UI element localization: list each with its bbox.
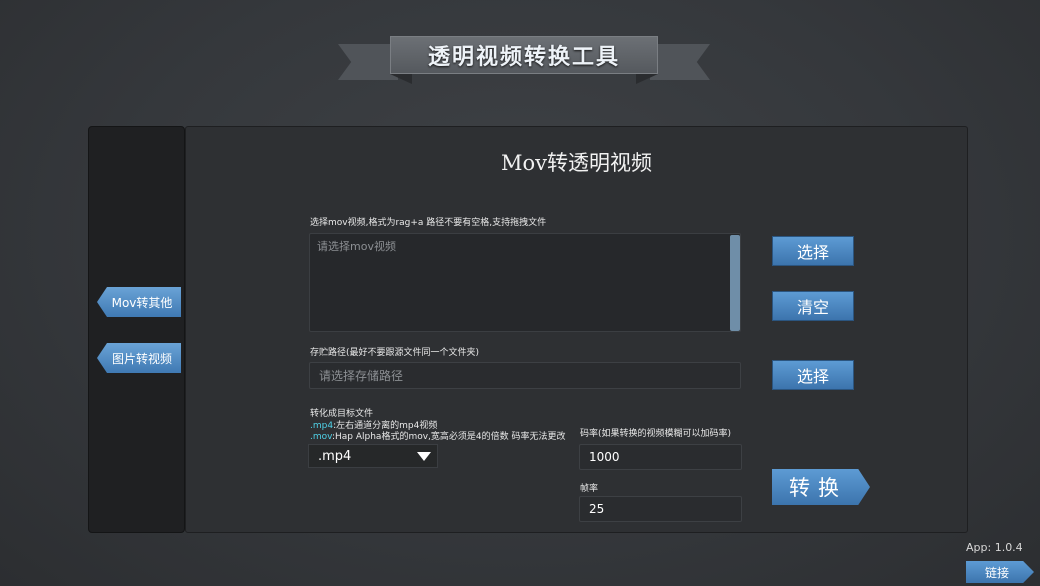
- target-format-dropdown[interactable]: .mp4: [308, 444, 438, 468]
- output-select-button[interactable]: 选择: [772, 360, 854, 390]
- output-label: 存贮路径(最好不要跟源文件同一个文件夹): [310, 348, 480, 358]
- sidebar-item-mov-convert[interactable]: Mov转其他: [97, 287, 181, 317]
- convert-button[interactable]: 转换: [772, 469, 870, 505]
- sidebar-item-image-to-video[interactable]: 图片转视频: [97, 343, 181, 373]
- app-title: 透明视频转换工具: [390, 36, 658, 74]
- ribbon-tail-left: [338, 44, 398, 80]
- bitrate-label: 码率(如果转换的视频模糊可以加码率): [580, 429, 732, 439]
- sidebar: [88, 126, 185, 533]
- source-clear-button[interactable]: 清空: [772, 291, 854, 321]
- target-mov-desc: .mov:Hap Alpha格式的mov,宽高必须是4的倍数 码率无法更改: [310, 429, 566, 442]
- target-format-value: .mp4: [318, 448, 352, 464]
- source-file-input[interactable]: 请选择mov视频: [309, 233, 741, 332]
- source-label: 选择mov视频,格式为rag+a 路径不要有空格,支持拖拽文件: [310, 218, 547, 228]
- app-version: App: 1.0.4: [966, 541, 1023, 554]
- mov-desc-text: :Hap Alpha格式的mov,宽高必须是4的倍数 码率无法更改: [331, 432, 566, 442]
- mov-key: .mov: [310, 432, 332, 442]
- output-path-input[interactable]: 请选择存储路径: [309, 362, 741, 389]
- framerate-label: 帧率: [580, 484, 599, 494]
- framerate-input[interactable]: 25: [579, 496, 742, 522]
- source-select-button[interactable]: 选择: [772, 236, 854, 266]
- link-button[interactable]: 链接: [966, 561, 1034, 583]
- title-ribbon: 透明视频转换工具: [338, 34, 710, 84]
- chevron-down-icon: [417, 451, 431, 461]
- ribbon-tail-right: [650, 44, 710, 80]
- bitrate-input[interactable]: 1000: [579, 444, 742, 470]
- source-scrollbar[interactable]: [730, 235, 740, 331]
- page-title: Mov转透明视频: [500, 151, 652, 175]
